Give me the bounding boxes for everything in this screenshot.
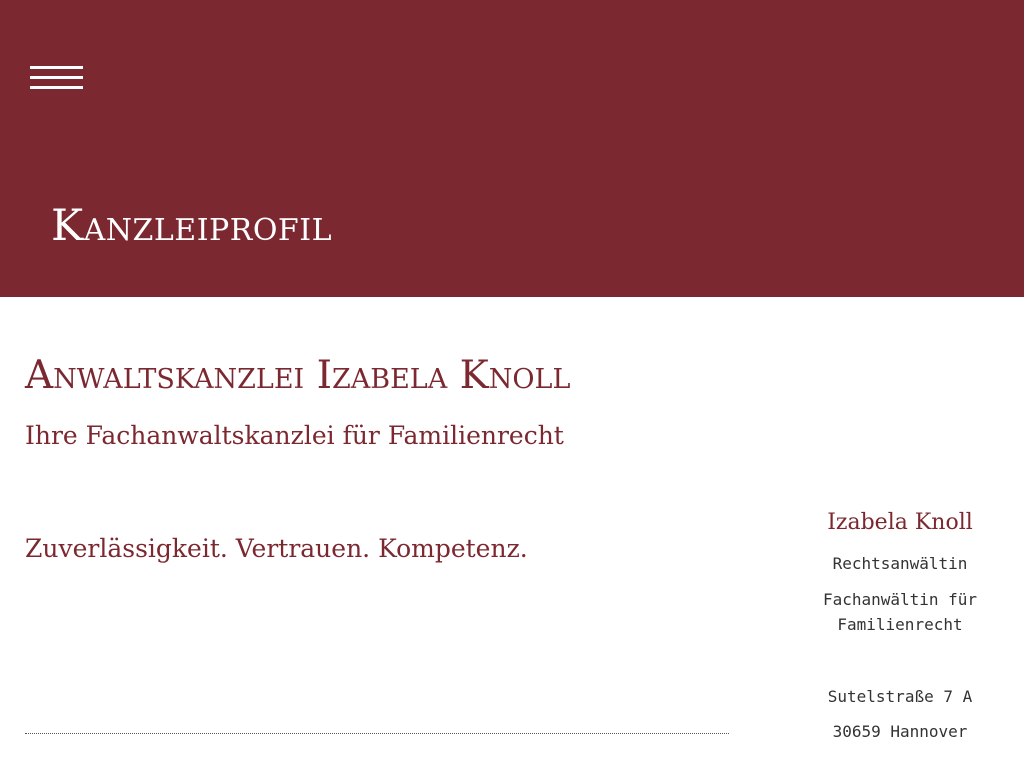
lawyer-name: Izabela Knoll bbox=[827, 510, 973, 535]
menu-bar bbox=[30, 76, 83, 79]
firm-subheading: Ihre Fachanwaltskanzlei für Familienrech… bbox=[25, 421, 564, 450]
lawyer-role: Rechtsanwältin bbox=[832, 554, 968, 573]
menu-bar bbox=[30, 66, 83, 69]
address-street: Sutelstraße 7 A bbox=[827, 687, 973, 706]
tagline: Zuverlässigkeit. Vertrauen. Kompetenz. bbox=[25, 534, 528, 563]
section-divider bbox=[25, 733, 729, 734]
lawyer-specialization: Fachanwältin für Familienrecht bbox=[822, 590, 978, 634]
address-city: 30659 Hannover bbox=[832, 722, 968, 741]
page-header: Kanzleiprofil bbox=[0, 0, 1024, 297]
hamburger-menu-icon[interactable] bbox=[30, 66, 83, 92]
page-title: Kanzleiprofil bbox=[51, 201, 333, 251]
menu-bar bbox=[30, 86, 83, 89]
firm-heading: Anwaltskanzlei Izabela Knoll bbox=[25, 353, 571, 398]
